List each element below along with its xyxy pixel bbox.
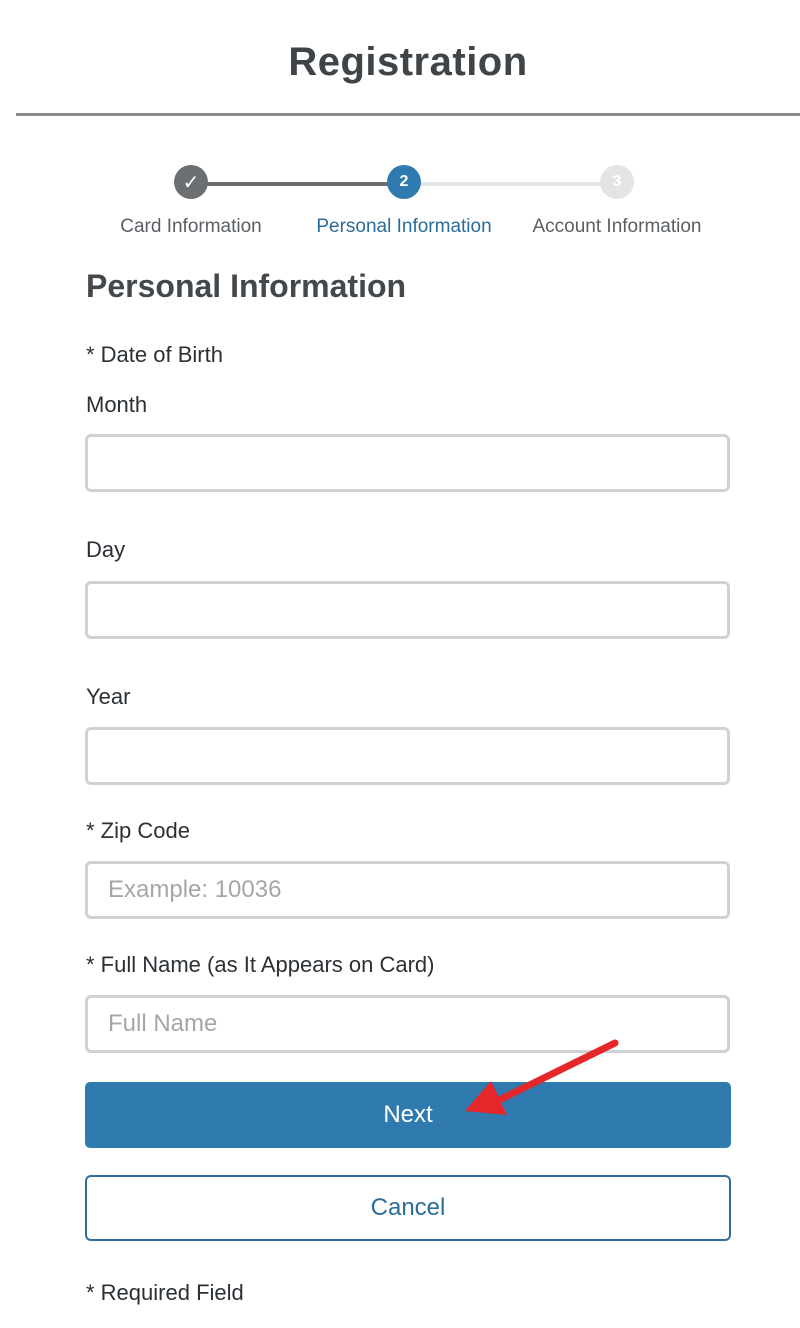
step-label-card-information: Card Information (120, 216, 262, 237)
red-arrow-pointer-icon (465, 1039, 619, 1115)
section-heading: Personal Information (86, 268, 407, 304)
month-input[interactable] (85, 434, 730, 492)
step-1-check-icon: ✓ (174, 165, 208, 199)
day-label: Day (86, 537, 126, 562)
zip-code-input[interactable] (85, 861, 730, 919)
step-label-personal-information: Personal Information (316, 216, 492, 237)
day-input[interactable] (85, 581, 730, 639)
date-of-birth-label: * Date of Birth (86, 342, 223, 367)
step-3-marker: 3 (600, 165, 634, 199)
header-divider (16, 113, 800, 116)
month-label: Month (86, 392, 148, 417)
page-title: Registration (288, 40, 528, 84)
step-2-marker: 2 (387, 165, 421, 199)
step-label-account-information: Account Information (532, 216, 702, 237)
full-name-label: * Full Name (as It Appears on Card) (86, 952, 435, 977)
year-input[interactable] (85, 727, 730, 785)
required-field-note: * Required Field (86, 1280, 244, 1305)
stepper-line-upcoming (405, 182, 618, 186)
full-name-input[interactable] (85, 995, 730, 1053)
stepper-line-completed (191, 182, 405, 186)
cancel-button[interactable]: Cancel (85, 1175, 731, 1241)
registration-page: Registration ✓ 2 3 Card Information Pers… (0, 0, 800, 1328)
next-button[interactable]: Next (85, 1082, 731, 1148)
year-label: Year (86, 684, 131, 709)
zip-code-label: * Zip Code (86, 818, 190, 843)
